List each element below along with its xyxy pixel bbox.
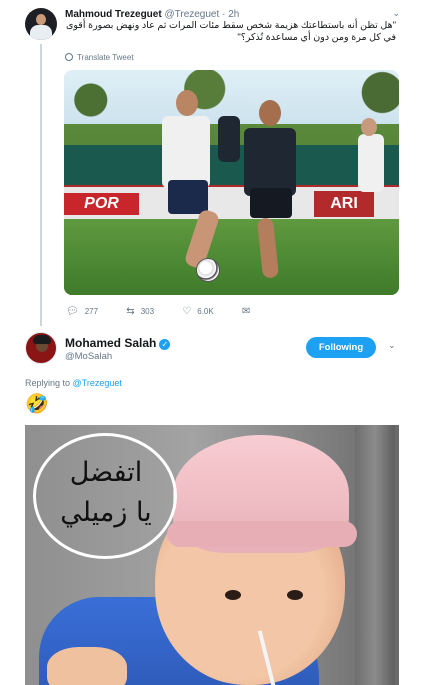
- background-player-left: [218, 116, 240, 162]
- background-player-right-head: [361, 118, 377, 136]
- avatar-salah[interactable]: [25, 332, 57, 364]
- avatar-trezeguet[interactable]: [25, 8, 57, 40]
- player-white-shorts: [168, 180, 208, 214]
- tweet-text: "هل تظن أنه باستطاعتك هزيمة شخص سقط مئات…: [65, 20, 396, 43]
- reply-icon: 💬︎: [66, 306, 79, 317]
- translate-tweet-link[interactable]: Translate Tweet: [65, 53, 134, 62]
- dm-action[interactable]: ✉: [242, 306, 256, 317]
- author-handle[interactable]: @MoSalah: [65, 351, 112, 362]
- photo-pitch: [64, 219, 399, 295]
- author-name-line: Mohamed Salah ✓: [65, 336, 171, 350]
- replying-to-link[interactable]: @Trezeguet: [73, 378, 122, 388]
- meme-background-pole: [355, 425, 395, 685]
- chevron-down-icon[interactable]: ⌄: [388, 340, 396, 351]
- meme-baby-hand: [47, 647, 127, 685]
- meme-caption-line2: يا زميلي: [60, 497, 152, 528]
- retweet-count: 303: [140, 307, 155, 316]
- chevron-down-icon[interactable]: ⌄: [392, 8, 400, 19]
- globe-icon: [65, 53, 73, 61]
- meme-eye-left: [225, 590, 241, 600]
- retweet-icon: ⇆: [126, 306, 135, 317]
- banner-left-text: POR: [64, 193, 139, 215]
- author-name[interactable]: Mohamed Salah: [65, 336, 156, 350]
- following-button[interactable]: Following: [306, 337, 376, 358]
- like-action[interactable]: ♡ 6.0K: [182, 306, 213, 317]
- player-white-head: [176, 90, 198, 116]
- tweet-time[interactable]: 2h: [228, 9, 239, 20]
- reply-count: 277: [84, 307, 99, 316]
- player-white-shirt: [162, 116, 210, 188]
- meme-hat-brim: [167, 521, 357, 547]
- retweet-action[interactable]: ⇆ 303: [126, 306, 154, 317]
- translate-label: Translate Tweet: [77, 53, 134, 62]
- separator-dot: ·: [222, 9, 226, 20]
- soccer-ball: [196, 258, 220, 282]
- replying-prefix: Replying to: [25, 378, 71, 388]
- like-count: 6.0K: [197, 307, 214, 316]
- background-player-right: [358, 134, 384, 192]
- meme-eye-right: [287, 590, 303, 600]
- envelope-icon: ✉: [241, 306, 251, 317]
- meme-caption: اتفضل يا زميلي: [47, 453, 165, 533]
- reply-meme-image[interactable]: اتفضل يا زميلي: [25, 425, 399, 685]
- photo-ad-banner: POR ARI: [64, 185, 399, 219]
- author-handle[interactable]: @Trezeguet: [164, 9, 219, 20]
- replying-to-line: Replying to @Trezeguet: [25, 378, 122, 388]
- heart-icon: ♡: [182, 306, 192, 317]
- reply-action[interactable]: 💬︎ 277: [66, 306, 98, 317]
- meme-caption-line1: اتفضل: [69, 457, 143, 488]
- tweet-header: Mahmoud Trezeguet @Trezeguet · 2h: [65, 9, 239, 20]
- verified-badge-icon: ✓: [159, 339, 171, 350]
- author-name[interactable]: Mahmoud Trezeguet: [65, 9, 162, 20]
- tweet-actions: 💬︎ 277 ⇆ 303 ♡ 6.0K ✉: [66, 306, 282, 317]
- tweet-photo[interactable]: POR ARI: [64, 70, 399, 295]
- avatar-face: [36, 14, 46, 25]
- tweet-trezeguet[interactable]: Mahmoud Trezeguet @Trezeguet · 2h ⌄ "هل …: [0, 0, 426, 325]
- avatar-shirt: [30, 25, 52, 40]
- player-dark-shorts: [250, 188, 292, 218]
- player-dark-head: [259, 100, 281, 126]
- rofl-emoji: 🤣: [25, 394, 49, 415]
- player-dark-shirt: [244, 128, 296, 196]
- avatar-hair: [33, 335, 51, 344]
- banner-right-text: ARI: [314, 191, 374, 217]
